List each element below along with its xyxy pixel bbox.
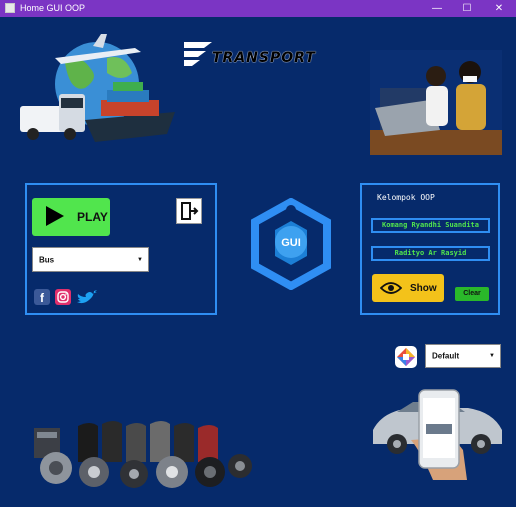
gui-logo-label: GUI	[281, 237, 301, 249]
chevron-down-icon: ▼	[489, 353, 495, 359]
car-phone-image	[373, 389, 502, 480]
play-icon	[46, 206, 64, 226]
facebook-icon[interactable]: f	[34, 289, 50, 305]
window-title: Home GUI OOP	[20, 3, 86, 13]
theme-select-value: Default	[432, 351, 460, 361]
maximize-button[interactable]: ☐	[452, 0, 482, 17]
vehicle-select[interactable]: Bus ▼	[32, 247, 149, 272]
exit-icon	[181, 202, 199, 220]
car-parts-image	[34, 421, 252, 488]
play-button[interactable]: PLAY	[32, 198, 110, 236]
show-button[interactable]: Show	[372, 274, 444, 302]
theme-select[interactable]: Default ▼	[425, 344, 501, 368]
transport-logo-text: TRANSPORT	[212, 50, 316, 66]
member-name-1: Komang Ryandhi Suandita	[371, 218, 490, 233]
minimize-button[interactable]: —	[422, 0, 452, 17]
transport-collage-image	[20, 34, 175, 142]
twitter-icon[interactable]	[76, 289, 97, 305]
play-button-label: PLAY	[77, 210, 108, 224]
exit-button[interactable]	[176, 198, 202, 224]
show-button-label: Show	[410, 283, 437, 294]
vehicle-select-value: Bus	[39, 255, 55, 264]
gui-logo: GUI	[251, 198, 331, 290]
group-title: Kelompok OOP	[377, 193, 435, 202]
palette-icon[interactable]	[394, 345, 418, 369]
app-icon	[5, 3, 15, 13]
close-button[interactable]: ✕	[484, 0, 514, 17]
chevron-down-icon: ▼	[137, 256, 143, 263]
window-titlebar: Home GUI OOP — ☐ ✕	[0, 0, 516, 17]
member-name-2: Radityo Ar Rasyid	[371, 246, 490, 261]
transport-logo: TRANSPORT	[182, 40, 315, 70]
transport-logo-mark	[184, 42, 212, 66]
instagram-icon[interactable]	[55, 289, 71, 305]
team-photo	[370, 50, 502, 155]
eye-icon	[380, 282, 402, 294]
clear-button[interactable]: Clear	[455, 287, 489, 301]
